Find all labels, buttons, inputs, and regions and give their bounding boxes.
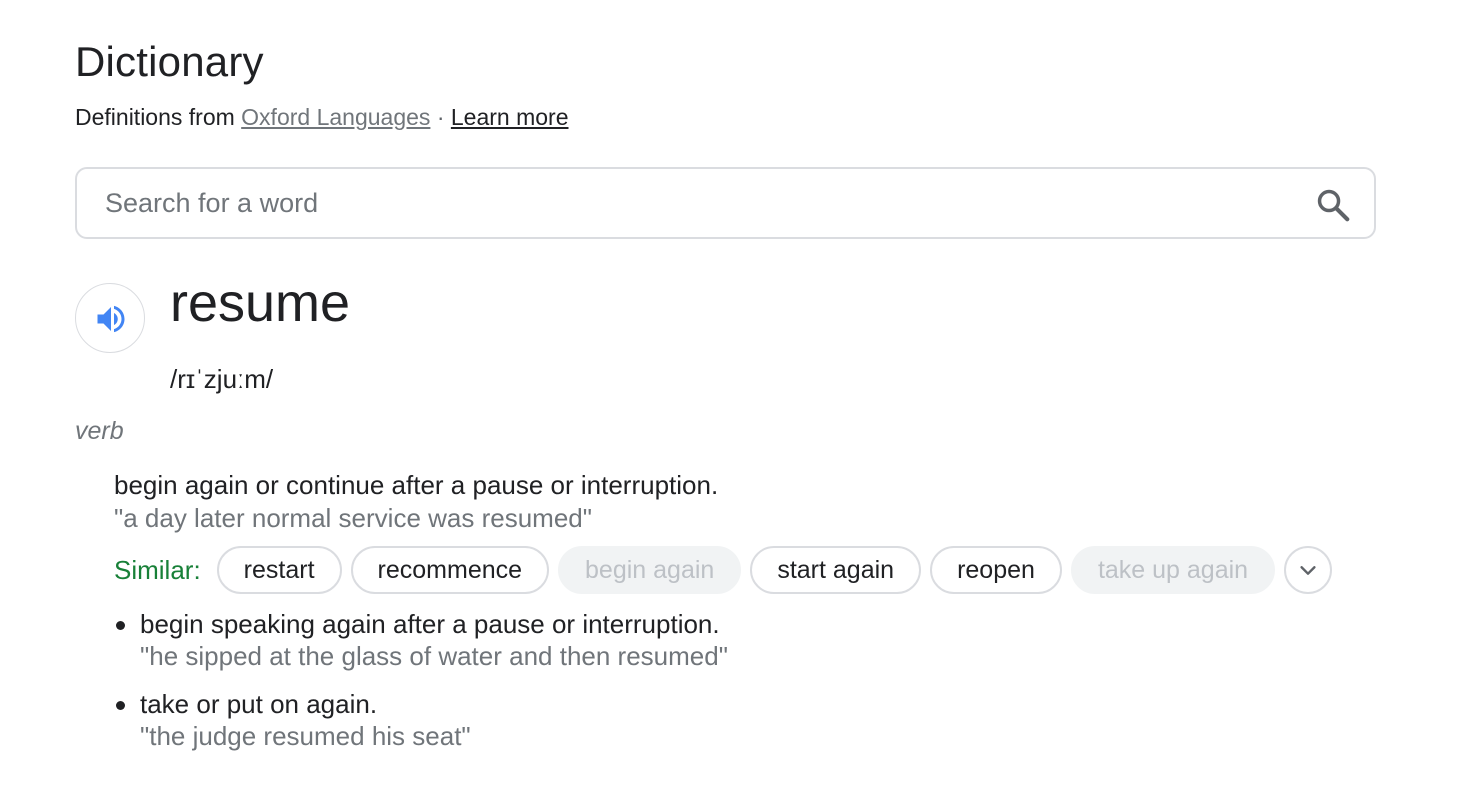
part-of-speech: verb [75,417,124,445]
list-item: take or put on again. "the judge resumed… [114,688,728,752]
bullet [116,621,125,630]
sub-example: "he sipped at the glass of water and the… [140,641,728,671]
similar-chip-take-up-again: take up again [1070,546,1276,594]
main-definition: begin again or continue after a pause or… [114,470,719,500]
oxford-languages-link[interactable]: Oxford Languages [241,104,430,130]
expand-similar-button[interactable] [1284,546,1333,594]
bullet [116,701,125,710]
similar-chip-restart[interactable]: restart [216,546,342,594]
source-line: Definitions from Oxford Languages · Lear… [75,104,569,131]
speaker-icon [97,305,125,333]
page-title: Dictionary [75,38,264,85]
phonetic-spelling: /rɪˈzjuːm/ [170,364,274,394]
similar-chip-start-again[interactable]: start again [750,546,922,594]
list-item: begin speaking again after a pause or in… [114,608,728,672]
search-icon[interactable] [1314,186,1352,224]
learn-more-link[interactable]: Learn more [451,104,569,130]
main-example: "a day later normal service was resumed" [114,503,592,533]
search-input[interactable] [105,169,1285,237]
chevron-down-icon [1300,566,1316,575]
source-prefix: Definitions from [75,104,235,130]
headword: resume [170,273,351,333]
sub-definition: begin speaking again after a pause or in… [140,609,720,639]
similar-chip-begin-again: begin again [558,546,742,594]
similar-chip-reopen[interactable]: reopen [930,546,1062,594]
sub-example: "the judge resumed his seat" [140,721,471,751]
similar-label: Similar: [114,554,201,585]
sub-definition: take or put on again. [140,689,378,719]
pronunciation-audio-button[interactable] [75,283,145,353]
similar-chip-recommence[interactable]: recommence [350,546,550,594]
similar-words-row: Similar: restart recommence begin again … [114,546,1333,594]
dictionary-panel: Dictionary Definitions from Oxford Langu… [0,0,1462,792]
separator: · [436,104,445,130]
sub-senses-list: begin speaking again after a pause or in… [114,608,728,768]
search-box [75,167,1376,239]
